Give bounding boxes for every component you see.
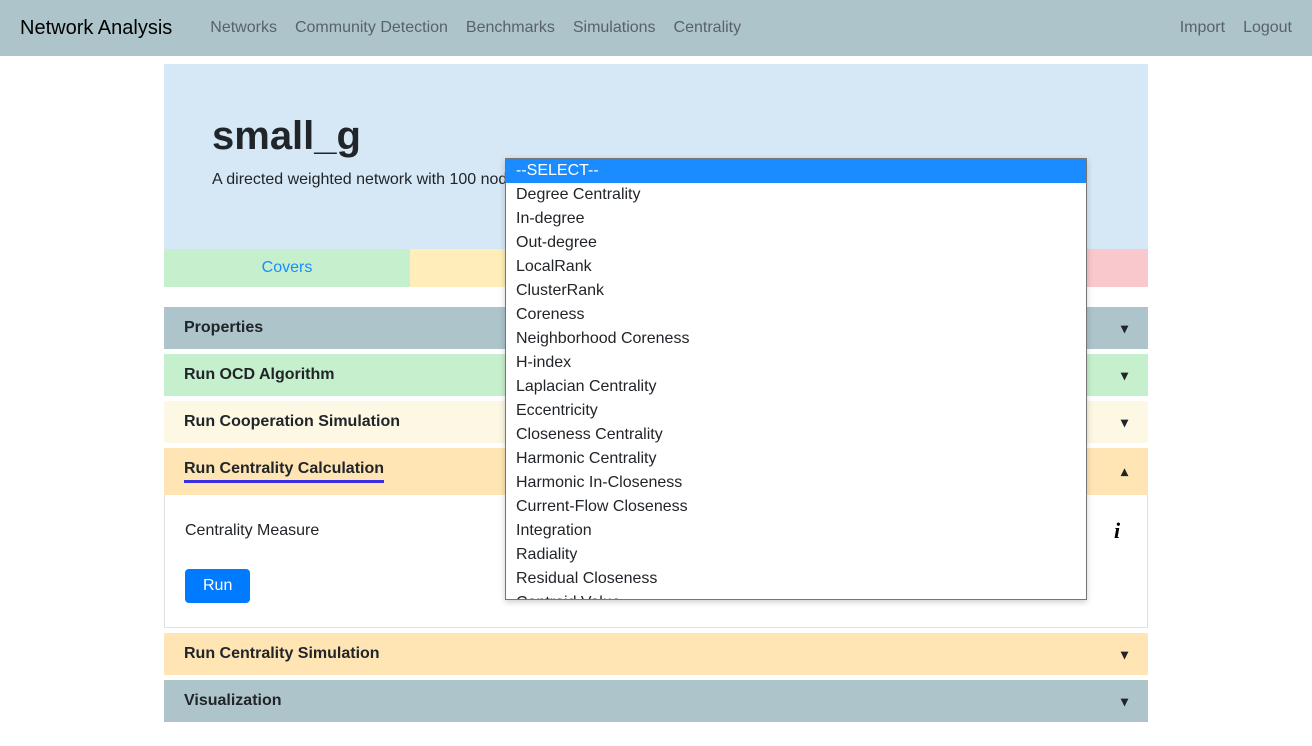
dropdown-option[interactable]: Degree Centrality (506, 183, 1086, 207)
nav-community-detection[interactable]: Community Detection (295, 19, 448, 37)
chevron-down-icon: ▾ (1121, 320, 1128, 337)
panel-visualization[interactable]: Visualization ▾ (164, 680, 1148, 722)
centrality-measure-label: Centrality Measure (185, 522, 485, 540)
centrality-measure-dropdown-list[interactable]: --SELECT--Degree CentralityIn-degreeOut-… (506, 159, 1086, 599)
panel-ocd-title: Run OCD Algorithm (184, 366, 335, 384)
centrality-measure-dropdown[interactable]: --SELECT--Degree CentralityIn-degreeOut-… (505, 158, 1087, 600)
dropdown-option[interactable]: Neighborhood Coreness (506, 327, 1086, 351)
nav-benchmarks[interactable]: Benchmarks (466, 19, 555, 37)
nav-logout[interactable]: Logout (1243, 19, 1292, 37)
dropdown-option[interactable]: Closeness Centrality (506, 423, 1086, 447)
dropdown-option[interactable]: Residual Closeness (506, 567, 1086, 591)
nav-centrality[interactable]: Centrality (674, 19, 742, 37)
panel-properties-title: Properties (184, 319, 263, 337)
info-icon[interactable]: i (1107, 518, 1127, 544)
dropdown-option[interactable]: Centroid Value (506, 591, 1086, 599)
dropdown-option[interactable]: Current-Flow Closeness (506, 495, 1086, 519)
nav-import[interactable]: Import (1180, 19, 1225, 37)
navbar-left: Network Analysis Networks Community Dete… (20, 17, 741, 40)
dropdown-option[interactable]: Harmonic In-Closeness (506, 471, 1086, 495)
nav-networks[interactable]: Networks (210, 19, 277, 37)
dropdown-option[interactable]: Radiality (506, 543, 1086, 567)
nav-simulations[interactable]: Simulations (573, 19, 656, 37)
dropdown-option[interactable]: H-index (506, 351, 1086, 375)
page-title: small_g (212, 114, 1100, 159)
navbar-right: Import Logout (1180, 19, 1292, 37)
chevron-down-icon: ▾ (1121, 646, 1128, 663)
chevron-down-icon: ▾ (1121, 367, 1128, 384)
panel-visualization-title: Visualization (184, 692, 282, 710)
chevron-up-icon: ▴ (1121, 463, 1128, 480)
app-brand[interactable]: Network Analysis (20, 17, 172, 40)
panel-centrality-sim-title: Run Centrality Simulation (184, 645, 380, 663)
dropdown-option[interactable]: Out-degree (506, 231, 1086, 255)
panel-cooperation-title: Run Cooperation Simulation (184, 413, 400, 431)
dropdown-option[interactable]: ClusterRank (506, 279, 1086, 303)
dropdown-option[interactable]: Coreness (506, 303, 1086, 327)
chevron-down-icon: ▾ (1121, 693, 1128, 710)
dropdown-option[interactable]: Harmonic Centrality (506, 447, 1086, 471)
panel-centrality-calc-title: Run Centrality Calculation (184, 460, 384, 483)
dropdown-option[interactable]: Laplacian Centrality (506, 375, 1086, 399)
dropdown-option[interactable]: LocalRank (506, 255, 1086, 279)
panel-centrality-sim[interactable]: Run Centrality Simulation ▾ (164, 633, 1148, 675)
dropdown-option[interactable]: Eccentricity (506, 399, 1086, 423)
run-button[interactable]: Run (185, 569, 250, 603)
chevron-down-icon: ▾ (1121, 414, 1128, 431)
navbar: Network Analysis Networks Community Dete… (0, 0, 1312, 56)
dropdown-option[interactable]: --SELECT-- (506, 159, 1086, 183)
tab-covers[interactable]: Covers (164, 249, 410, 287)
dropdown-option[interactable]: Integration (506, 519, 1086, 543)
dropdown-option[interactable]: In-degree (506, 207, 1086, 231)
